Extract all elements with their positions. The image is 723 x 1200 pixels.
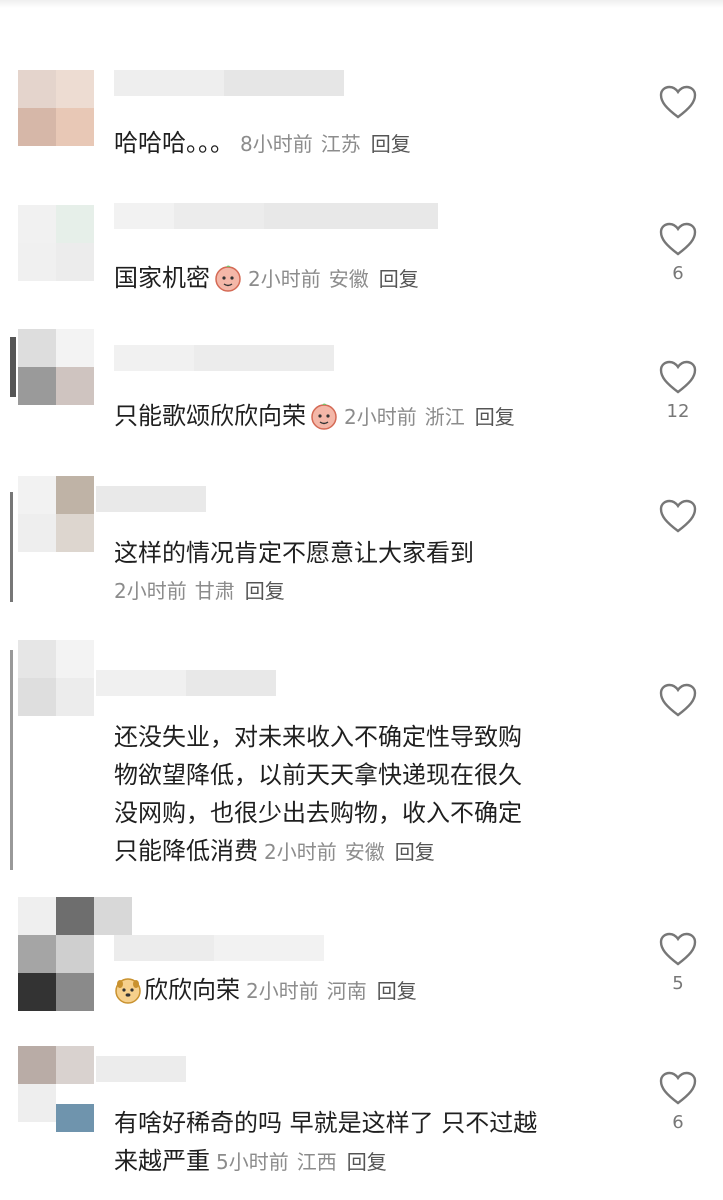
reply-button[interactable]: 回复 [377, 979, 417, 1003]
like-button[interactable]: 5 [655, 931, 701, 994]
username-blurred[interactable] [114, 345, 334, 371]
comment-meta: 2小时前 甘肃 回复 [114, 572, 619, 610]
username-blurred[interactable] [96, 486, 206, 512]
like-button[interactable] [655, 498, 701, 540]
username-blurred[interactable] [114, 70, 344, 96]
top-divider [0, 0, 723, 8]
user-avatar[interactable] [18, 640, 98, 720]
comment-meta: 2小时前 浙江 回复 [344, 405, 515, 429]
reply-button[interactable]: 回复 [245, 579, 285, 603]
comment-meta: 5小时前 江西 回复 [216, 1150, 387, 1174]
comment-text: 只能歌颂欣欣向荣 [114, 402, 306, 430]
left-edge-bar [10, 337, 16, 397]
heart-outline-icon [659, 222, 697, 256]
reply-button[interactable]: 回复 [475, 405, 515, 429]
like-button[interactable] [655, 84, 701, 126]
like-count: 6 [672, 1112, 684, 1133]
face-emoji-icon [215, 265, 241, 292]
user-avatar[interactable] [18, 329, 98, 409]
comment-meta: 8小时前 江苏 回复 [240, 132, 411, 156]
comment-meta: 2小时前 河南 回复 [246, 979, 417, 1003]
left-edge-bar [10, 650, 13, 870]
comment-time: 2小时前 [264, 840, 337, 864]
comment-item: 哈哈哈。。。 8小时前 江苏 回复 [0, 60, 723, 170]
face-emoji-icon [311, 403, 337, 430]
heart-outline-icon [659, 1071, 697, 1105]
comment-meta: 2小时前 安徽 回复 [248, 267, 419, 291]
comment-time: 2小时前 [114, 579, 187, 603]
like-count: 12 [666, 401, 690, 422]
comment-time: 5小时前 [216, 1150, 289, 1174]
username-blurred[interactable] [114, 935, 324, 961]
heart-outline-icon [659, 932, 697, 966]
heart-outline-icon [659, 683, 697, 717]
comment-text-part: 来越严重 [114, 1147, 210, 1175]
like-count: 6 [672, 263, 684, 284]
comment-item: 还没失业，对未来收入不确定性导致购 物欲望降低，以前天天拿快递现在很久 没网购，… [0, 630, 723, 880]
comment-text-part: 没网购，也很少出去购物，收入不确定 [114, 799, 522, 827]
comment-text-part: 物欲望降低，以前天天拿快递现在很久 [114, 761, 522, 789]
comment-item: 这样的情况肯定不愿意让大家看到 2小时前 甘肃 回复 [0, 462, 723, 622]
comment-time: 2小时前 [344, 405, 417, 429]
comment-location: 安徽 [328, 267, 369, 291]
comment-text: 欣欣向荣 [144, 976, 240, 1004]
reply-button[interactable]: 回复 [395, 840, 435, 864]
like-button[interactable]: 12 [655, 359, 701, 422]
user-avatar[interactable] [18, 897, 132, 1013]
user-avatar[interactable] [18, 476, 98, 556]
username-blurred[interactable] [96, 1056, 186, 1082]
left-edge-bar [10, 492, 13, 602]
comment-location: 甘肃 [194, 579, 235, 603]
comment-text: 国家机密 [114, 264, 210, 292]
user-avatar[interactable] [18, 205, 98, 285]
reply-button[interactable]: 回复 [371, 132, 411, 156]
user-avatar[interactable] [18, 70, 98, 150]
comment-item: 有啥好稀奇的吗 早就是这样了 只不过越 来越严重 5小时前 江西 回复 6 [0, 1040, 723, 1200]
comment-item: 国家机密 2小时前 安徽 回复 6 [0, 195, 723, 315]
reply-button[interactable]: 回复 [347, 1150, 387, 1174]
like-button[interactable]: 6 [655, 1070, 701, 1133]
dog-emoji-icon [115, 978, 141, 1004]
like-button[interactable] [655, 682, 701, 724]
comment-time: 2小时前 [246, 979, 319, 1003]
username-blurred[interactable] [96, 670, 276, 696]
comment-text-part: 有啥好稀奇的吗 早就是这样了 只不过越 [114, 1109, 538, 1137]
comment-item: 只能歌颂欣欣向荣 2小时前 浙江 回复 12 [0, 325, 723, 445]
comment-item: 欣欣向荣 2小时前 河南 回复 5 [0, 895, 723, 1020]
heart-outline-icon [659, 499, 697, 533]
comment-location: 河南 [326, 979, 367, 1003]
comment-text: 哈哈哈。。。 [114, 129, 234, 157]
comment-location: 浙江 [424, 405, 465, 429]
comment-text: 这样的情况肯定不愿意让大家看到 [114, 539, 474, 567]
user-avatar[interactable] [18, 1046, 98, 1132]
comment-text-part: 还没失业，对未来收入不确定性导致购 [114, 723, 522, 751]
comment-time: 8小时前 [240, 132, 313, 156]
heart-outline-icon [659, 360, 697, 394]
like-count: 5 [672, 973, 684, 994]
heart-outline-icon [659, 85, 697, 119]
username-blurred[interactable] [114, 203, 438, 229]
comment-location: 江苏 [320, 132, 361, 156]
comment-location: 江西 [296, 1150, 337, 1174]
comment-time: 2小时前 [248, 267, 321, 291]
comment-text-part: 只能降低消费 [114, 837, 258, 865]
comment-location: 安徽 [344, 840, 385, 864]
like-button[interactable]: 6 [655, 221, 701, 284]
reply-button[interactable]: 回复 [379, 267, 419, 291]
comment-meta: 2小时前 安徽 回复 [264, 840, 435, 864]
